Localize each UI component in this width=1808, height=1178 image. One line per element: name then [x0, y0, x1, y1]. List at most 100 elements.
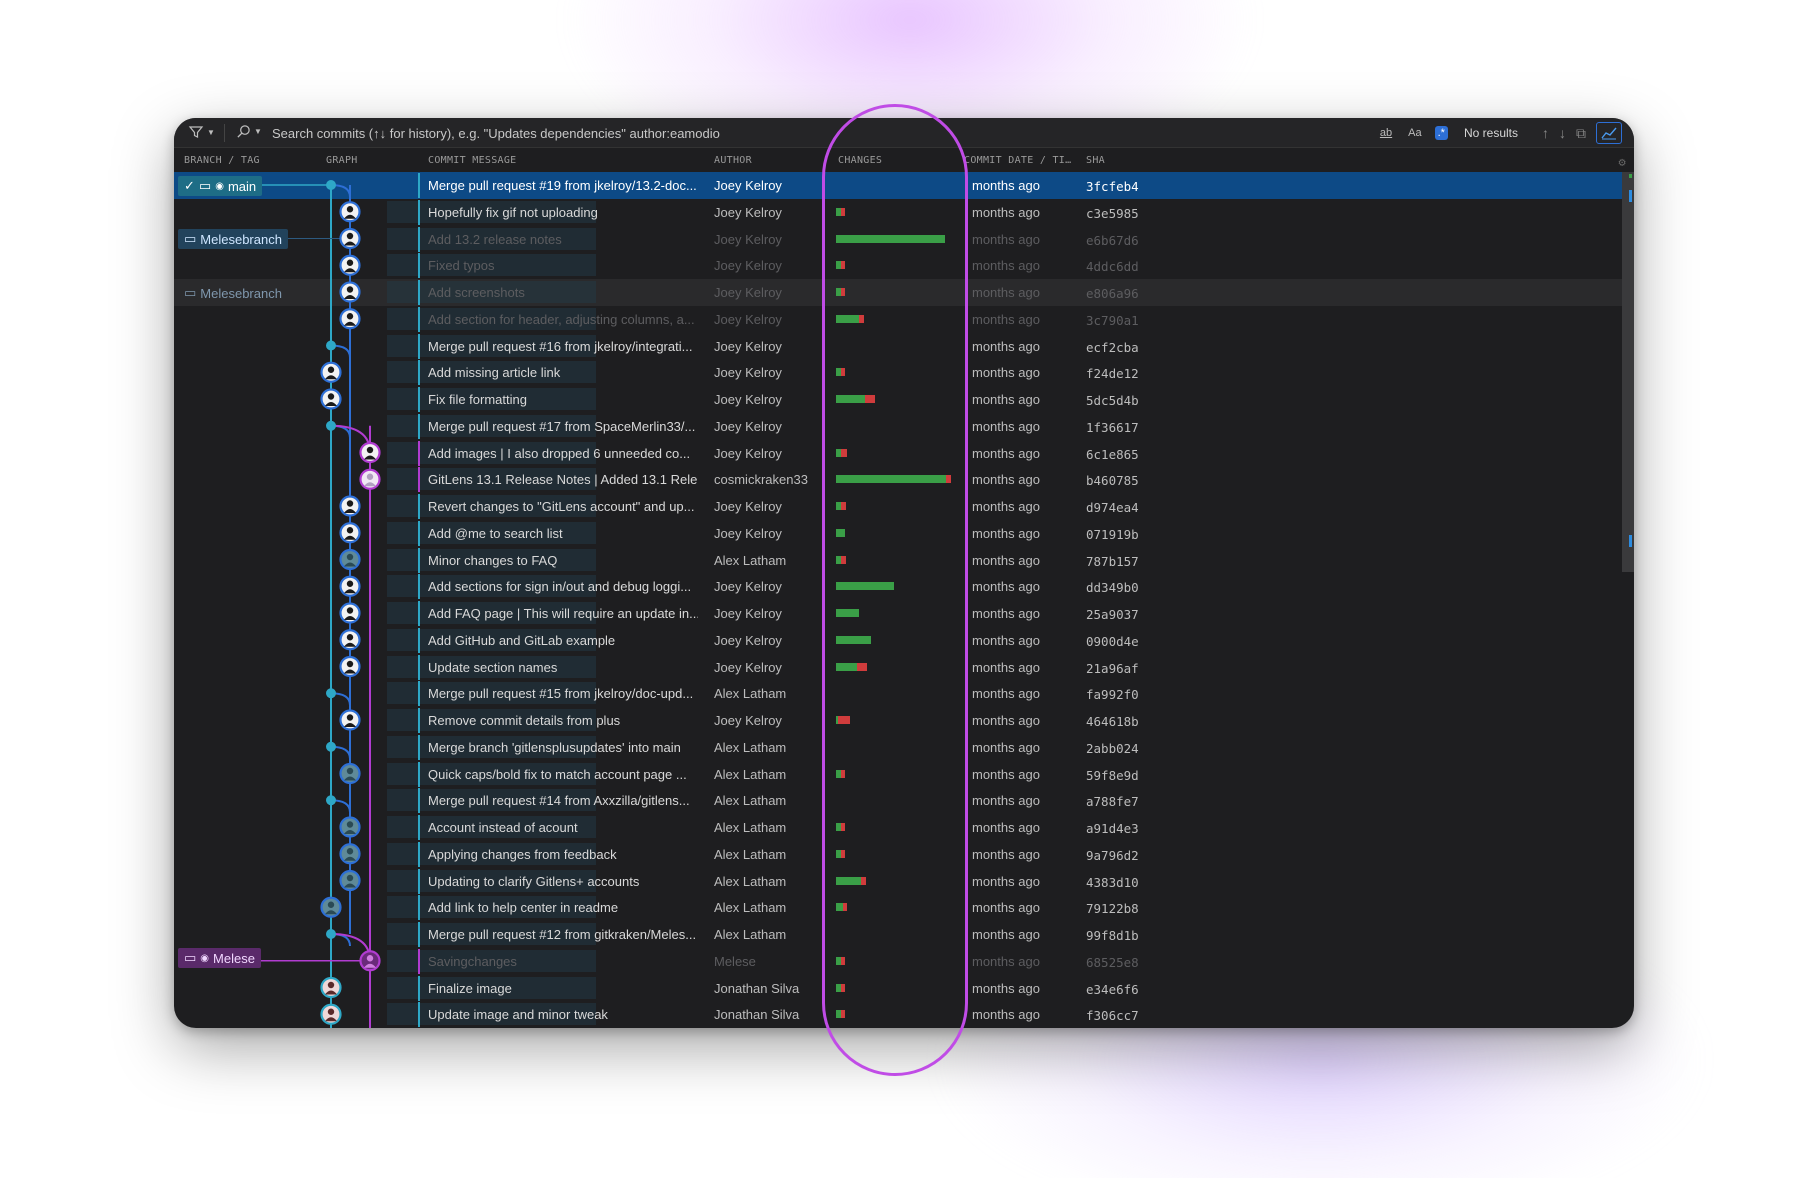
commit-message: Fix file formatting	[428, 392, 527, 407]
commit-date: months ago	[972, 686, 1040, 702]
match-whole-word-toggle[interactable]: ab	[1377, 126, 1395, 140]
branch-label-melesebranch-remote[interactable]: ▭ Melesebranch	[178, 283, 288, 303]
monitor-icon: ▭	[184, 231, 197, 246]
additions-bar	[836, 876, 862, 885]
open-external-icon[interactable]: ⧉	[1576, 125, 1586, 142]
commit-row[interactable]: Add section for header, adjusting column…	[174, 306, 1634, 333]
commit-author: Joey Kelroy	[714, 338, 782, 354]
commit-row[interactable]: Add FAQ page | This will require an upda…	[174, 600, 1634, 627]
deletions-bar	[840, 368, 846, 377]
commit-sha: e6b67d6	[1086, 232, 1139, 248]
commit-row[interactable]: Add screenshots Joey Kelroy months ago e806…	[174, 279, 1634, 306]
branch-color-bar	[418, 253, 420, 279]
gear-icon[interactable]: ⚙	[1618, 155, 1626, 169]
commit-message: Remove commit details from plus	[428, 713, 621, 728]
column-sha[interactable]: SHA	[1086, 155, 1105, 166]
branch-name: main	[227, 178, 257, 194]
commit-row[interactable]: Add link to help center in readme Alex La…	[174, 894, 1634, 921]
commit-row[interactable]: Add 13.2 release notes Joey Kelroy months …	[174, 226, 1634, 253]
column-commit-message[interactable]: COMMIT MESSAGE	[428, 155, 517, 166]
commit-row[interactable]: Add images | I also dropped 6 unneeded c…	[174, 440, 1634, 467]
commit-row[interactable]: Savingchanges Melese months ago 68525e8	[174, 948, 1634, 975]
commit-row[interactable]: Add GitHub and GitLab example Joey Kelroy…	[174, 627, 1634, 654]
changes-bar	[836, 448, 848, 457]
commit-row[interactable]: Updating to clarify Gitlens+ accounts Ale…	[174, 868, 1634, 895]
column-graph[interactable]: GRAPH	[326, 155, 358, 166]
commit-row[interactable]: GitLens 13.1 Release Notes | Added 13.1 …	[174, 466, 1634, 493]
commit-graph-window: ▼ ▼ ab Aa .* No results ↑ ↓ ⧉ BRANCH / T…	[174, 118, 1634, 1028]
commit-sha: 59f8e9d	[1086, 767, 1139, 783]
commit-row[interactable]: Add @me to search list Joey Kelroy months …	[174, 520, 1634, 547]
github-icon: ◉	[200, 952, 210, 964]
commit-row[interactable]: Merge branch 'gitlensplusupdates' into m…	[174, 734, 1634, 761]
branch-color-bar	[418, 413, 420, 439]
commit-row[interactable]: Hopefully fix gif not uploading Joey Kelr…	[174, 199, 1634, 226]
changes-bar	[836, 555, 847, 564]
changes-bar	[836, 769, 846, 778]
column-branch-tag[interactable]: BRANCH / TAG	[184, 155, 260, 166]
commit-sha: e806a96	[1086, 286, 1139, 301]
match-case-toggle[interactable]: Aa	[1405, 126, 1424, 140]
commit-row[interactable]: Add missing article link Joey Kelroy month…	[174, 359, 1634, 386]
commit-message: Fixed typos	[428, 258, 495, 274]
regex-toggle[interactable]: .*	[1434, 126, 1448, 140]
branch-color-bar	[418, 895, 420, 921]
commit-message: Updating to clarify Gitlens+ accounts	[428, 873, 640, 889]
commit-sha: 4ddc6dd	[1086, 259, 1139, 275]
commit-author: Joey Kelroy	[714, 579, 782, 595]
commit-row[interactable]: Merge pull request #12 from gitkraken/Me…	[174, 921, 1634, 948]
commit-row[interactable]: Merge pull request #17 from SpaceMerlin3…	[174, 413, 1634, 440]
commit-row[interactable]: Merge pull request #15 from jkelroy/doc-…	[174, 680, 1634, 707]
commit-row[interactable]: Merge pull request #19 from jkelroy/13.2…	[174, 172, 1634, 199]
commit-sha: dd349b0	[1086, 580, 1139, 596]
commit-row[interactable]: Quick caps/bold fix to match account pag…	[174, 761, 1634, 788]
branch-color-bar	[418, 574, 420, 600]
commit-author: Joey Kelroy	[714, 204, 782, 220]
commit-message: Add images | I also dropped 6 unneeded c…	[428, 445, 691, 461]
deletions-bar	[864, 395, 876, 403]
branch-name: Melesebranch	[200, 285, 282, 301]
commit-message: Merge pull request #15 from jkelroy/doc-…	[428, 686, 694, 702]
commit-row[interactable]: Remove commit details from plus Joey Kelr…	[174, 707, 1634, 734]
column-author[interactable]: AUTHOR	[714, 155, 752, 166]
commit-author: Joey Kelroy	[714, 285, 782, 300]
branch-label-melese[interactable]: ▭ ◉ Melese	[178, 948, 261, 968]
commit-date: months ago	[972, 418, 1040, 434]
branch-color-bar	[418, 440, 420, 466]
scrollbar[interactable]	[1622, 172, 1634, 572]
changes-bar	[836, 609, 859, 617]
search-mode-button[interactable]: ▼	[236, 124, 262, 139]
commit-author: Alex Latham	[714, 846, 787, 862]
arrow-up-icon[interactable]: ↑	[1542, 125, 1549, 141]
commit-row[interactable]: Finalize image Jonathan Silva months ago e3…	[174, 975, 1634, 1002]
commit-date: months ago	[972, 927, 1040, 942]
commit-row[interactable]: Update image and minor tweak Jonathan Sil…	[174, 1001, 1634, 1028]
branch-label-main[interactable]: ✓ ▭ ◉ main	[178, 176, 263, 196]
commit-row[interactable]: Merge pull request #16 from jkelroy/inte…	[174, 333, 1634, 360]
commit-row[interactable]: Applying changes from feedback Alex Latha…	[174, 841, 1634, 868]
branch-label-melesebranch[interactable]: ▭ Melesebranch	[178, 229, 288, 249]
commit-row[interactable]: Revert changes to "GitLens account" and …	[174, 493, 1634, 520]
chart-toggle-button[interactable]	[1596, 122, 1622, 144]
commit-row[interactable]: Minor changes to FAQ Alex Latham months ag…	[174, 547, 1634, 574]
commit-row[interactable]: Fix file formatting Joey Kelroy months ago…	[174, 386, 1634, 413]
commit-row[interactable]: Fixed typos Joey Kelroy months ago 4ddc6dd	[174, 252, 1634, 279]
filter-button[interactable]: ▼	[188, 124, 215, 140]
column-changes[interactable]: CHANGES	[838, 155, 882, 166]
branch-color-bar	[418, 360, 420, 386]
search-input[interactable]	[272, 122, 1032, 144]
branch-color-bar	[418, 654, 420, 680]
commit-author: Alex Latham	[714, 900, 787, 916]
commit-date: months ago	[972, 606, 1040, 621]
changes-bar	[836, 876, 866, 885]
commit-row[interactable]: Account instead of acount Alex Latham mont…	[174, 814, 1634, 841]
branch-color-bar	[418, 547, 420, 573]
commit-row[interactable]: Add sections for sign in/out and debug l…	[174, 573, 1634, 600]
branch-color-bar	[418, 922, 420, 947]
column-commit-date[interactable]: COMMIT DATE / TI…	[964, 155, 1071, 166]
commit-row[interactable]: Update section names Joey Kelroy months ag…	[174, 654, 1634, 681]
commit-author: Jonathan Silva	[714, 980, 800, 996]
arrow-down-icon[interactable]: ↓	[1559, 125, 1566, 141]
commit-date: months ago	[972, 953, 1040, 969]
commit-row[interactable]: Merge pull request #14 from Axxzilla/git…	[174, 787, 1634, 814]
